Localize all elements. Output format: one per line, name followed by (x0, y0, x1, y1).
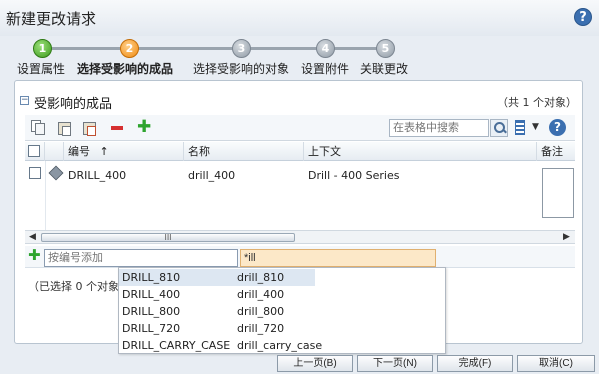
table-search-input[interactable] (389, 119, 489, 137)
step-1-label[interactable]: 设置属性 (17, 60, 65, 77)
finish-button[interactable]: 完成(F) (437, 355, 513, 372)
next-button[interactable]: 下一页(N) (357, 355, 433, 372)
table-row[interactable]: DRILL_400 drill_400 Drill - 400 Series (25, 162, 575, 228)
window-title: 新建更改请求 (6, 10, 97, 28)
header-notes[interactable]: 备注 (537, 142, 575, 161)
autocomplete-dropdown: DRILL_810 drill_810 DRILL_400 drill_400 … (118, 267, 446, 354)
autocomplete-item[interactable]: DRILL_400 drill_400 (119, 286, 445, 303)
autocomplete-item-number: DRILL_800 (122, 305, 181, 318)
paste-icon[interactable] (57, 120, 73, 136)
copy-icon[interactable] (31, 120, 47, 136)
step-4-label[interactable]: 设置附件 (301, 60, 349, 77)
horizontal-scrollbar[interactable]: ◀ III ▶ (25, 230, 575, 244)
step-1-icon[interactable]: 1 (33, 39, 52, 58)
add-icon[interactable]: ✚ (137, 119, 151, 136)
step-2-icon[interactable]: 2 (120, 39, 139, 58)
sort-ascending-icon[interactable]: ↑ (100, 145, 109, 158)
step-3-label[interactable]: 选择受影响的对象 (193, 60, 289, 77)
header-type-cell (45, 142, 64, 161)
header-select-cell (25, 142, 45, 161)
scroll-right-icon[interactable]: ▶ (563, 232, 570, 242)
autocomplete-item-name: drill_400 (237, 288, 285, 301)
select-all-checkbox[interactable] (28, 145, 40, 157)
row-name: drill_400 (188, 169, 236, 182)
wizard-progress-line (42, 47, 387, 50)
selection-status: （已选择 0 个对象 (28, 280, 119, 293)
autocomplete-item-number: DRILL_810 (122, 271, 181, 284)
part-icon (48, 165, 64, 181)
previous-button[interactable]: 上一页(B) (277, 355, 353, 372)
autocomplete-item-number: DRILL_400 (122, 288, 181, 301)
step-3-icon[interactable]: 3 (232, 39, 251, 58)
table-help-icon[interactable]: ? (549, 119, 566, 136)
autocomplete-item-name: drill_810 (237, 271, 285, 284)
title-bar: 新建更改请求 ? (0, 0, 599, 36)
object-count: （共 1 个对象） (497, 96, 577, 109)
table-header: 编号 ↑ 名称 上下文 备注 (25, 142, 575, 161)
panel-title: 受影响的成品 (34, 97, 113, 112)
remove-icon[interactable] (111, 126, 123, 130)
row-context: Drill - 400 Series (308, 169, 400, 182)
autocomplete-item[interactable]: DRILL_800 drill_800 (119, 303, 445, 320)
add-row-icon[interactable]: ✚ (28, 248, 41, 263)
autocomplete-item[interactable]: DRILL_720 drill_720 (119, 320, 445, 337)
paste-special-icon[interactable] (82, 120, 98, 136)
autocomplete-item-number: DRILL_720 (122, 322, 181, 335)
step-5-label[interactable]: 关联更改 (360, 60, 408, 77)
help-icon[interactable]: ? (574, 8, 592, 26)
cancel-button[interactable]: 取消(C) (517, 355, 595, 372)
row-checkbox[interactable] (29, 167, 41, 179)
header-name[interactable]: 名称 (184, 142, 304, 161)
affected-products-table: 编号 ↑ 名称 上下文 备注 DRILL_400 drill_400 Drill… (25, 142, 575, 230)
step-2-label[interactable]: 选择受影响的成品 (77, 60, 173, 77)
autocomplete-item-name: drill_800 (237, 305, 285, 318)
header-context[interactable]: 上下文 (304, 142, 537, 161)
autocomplete-item[interactable]: DRILL_810 drill_810 (119, 269, 315, 286)
step-4-icon[interactable]: 4 (316, 39, 335, 58)
add-by-name-input[interactable] (240, 249, 436, 267)
chevron-down-icon[interactable]: ▼ (532, 122, 539, 132)
header-number[interactable]: 编号 ↑ (64, 142, 184, 161)
columns-icon[interactable] (515, 120, 525, 135)
row-number[interactable]: DRILL_400 (68, 169, 126, 182)
scroll-left-icon[interactable]: ◀ (29, 232, 36, 242)
header-number-label: 编号 (68, 145, 90, 158)
add-by-number-input[interactable] (44, 249, 238, 267)
collapse-icon[interactable]: − (20, 96, 29, 105)
row-notes-field[interactable] (542, 168, 574, 218)
autocomplete-item-name: drill_720 (237, 322, 285, 335)
scroll-thumb[interactable]: III (41, 233, 295, 242)
wizard-steps: 1 设置属性 2 选择受影响的成品 3 选择受影响的对象 4 设置附件 5 关联… (0, 36, 599, 78)
step-5-icon[interactable]: 5 (376, 39, 395, 58)
search-icon[interactable] (490, 119, 508, 137)
